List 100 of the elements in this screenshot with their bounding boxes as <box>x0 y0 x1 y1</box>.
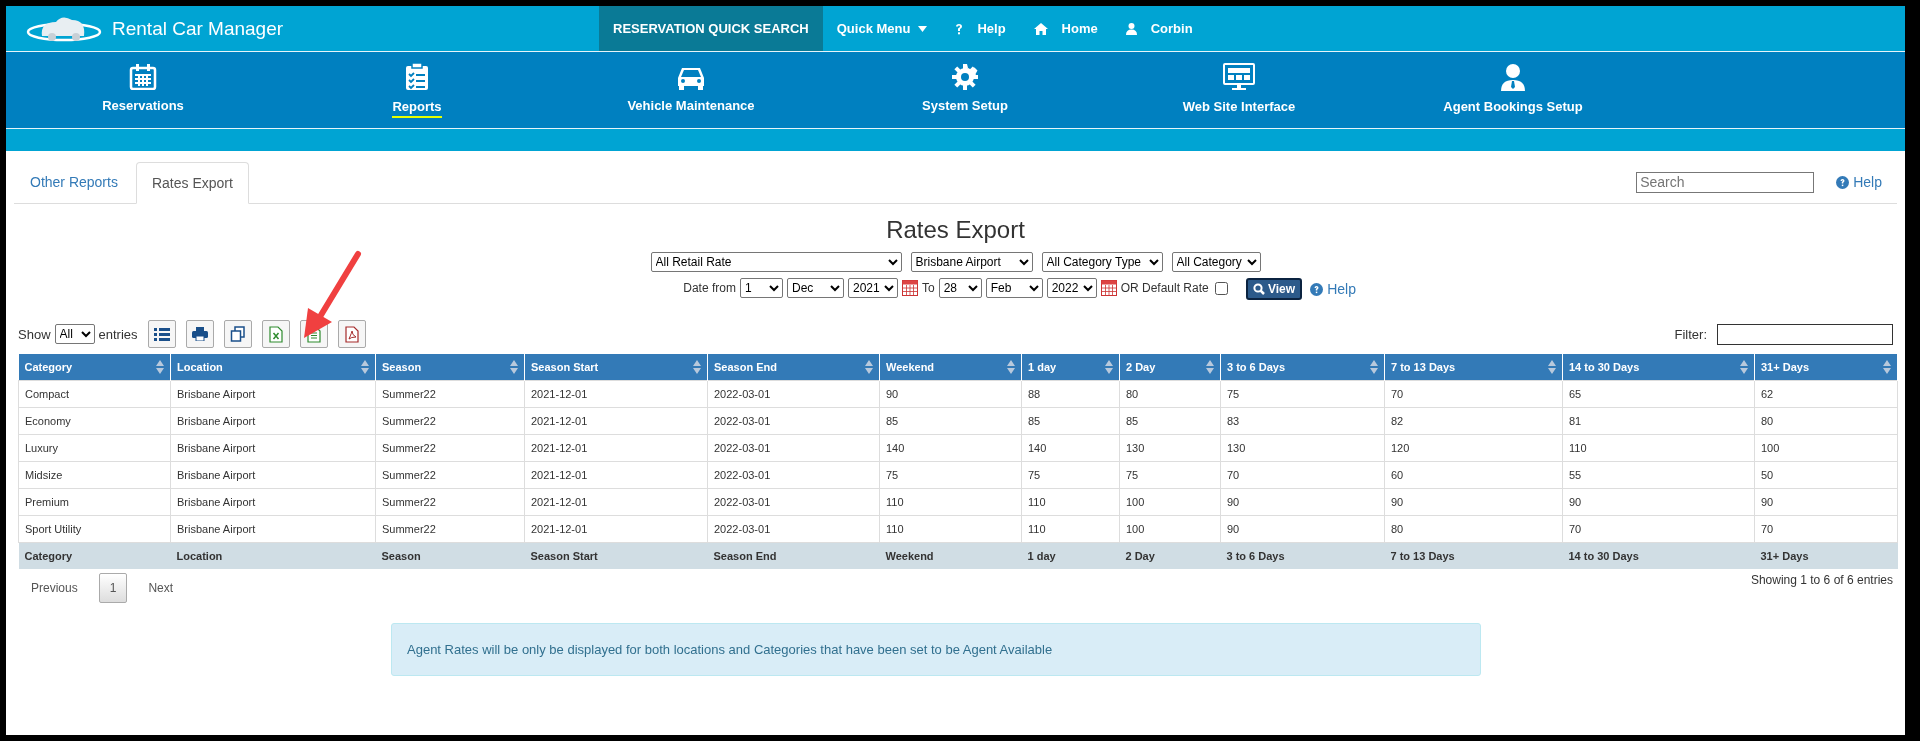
nav-item[interactable]: Vehicle Maintenance <box>554 63 828 117</box>
table-cell: 100 <box>1119 515 1221 543</box>
monitor-icon <box>1223 62 1255 91</box>
table-cell: 80 <box>1119 380 1221 408</box>
calendar-icon[interactable] <box>1100 280 1117 296</box>
filter-dropdown[interactable]: All Category <box>1171 252 1261 272</box>
calendar-icon[interactable] <box>901 280 918 296</box>
table-cell: Compact <box>18 380 171 408</box>
column-header[interactable]: 31+ Days <box>1754 354 1898 381</box>
sort-icon <box>1007 360 1015 374</box>
table-cell: 75 <box>1021 461 1120 489</box>
date-dropdown[interactable]: 28 <box>938 278 982 298</box>
list-button[interactable] <box>147 320 176 348</box>
column-header[interactable]: 3 to 6 Days <box>1220 354 1385 381</box>
table-cell: 2022-03-01 <box>707 380 880 408</box>
table-cell: 110 <box>1562 434 1755 462</box>
help-icon <box>1310 282 1324 296</box>
user-icon <box>1125 22 1137 35</box>
show-label: Show <box>18 326 51 342</box>
column-header[interactable]: Season Start <box>524 354 708 381</box>
excel-button[interactable] <box>261 320 290 348</box>
column-header[interactable]: Category <box>18 354 171 381</box>
column-header[interactable]: 14 to 30 Days <box>1562 354 1755 381</box>
caret-icon <box>918 25 928 32</box>
table-cell: 100 <box>1119 488 1221 516</box>
nav-item[interactable]: Reports <box>280 62 554 118</box>
quick-search-link[interactable]: RESERVATION QUICK SEARCH <box>599 6 823 51</box>
sort-icon <box>1105 360 1113 374</box>
table-cell: 2021-12-01 <box>524 461 708 489</box>
table-cell: 2022-03-01 <box>707 434 880 462</box>
nav-item[interactable]: Web Site Interface <box>1102 62 1376 118</box>
table-cell: Summer22 <box>375 488 525 516</box>
table-cell: 62 <box>1754 380 1898 408</box>
entries-label: entries <box>98 326 138 342</box>
quick-menu-dropdown[interactable]: Quick Menu <box>822 21 942 36</box>
column-header[interactable]: 7 to 13 Days <box>1384 354 1563 381</box>
table-cell: Summer22 <box>375 434 525 462</box>
date-dropdown[interactable]: Feb <box>985 278 1043 298</box>
table-cell: 83 <box>1220 407 1385 435</box>
table-cell: Premium <box>18 488 171 516</box>
sort-icon <box>1206 360 1214 374</box>
filter-dropdown[interactable]: All Category Type <box>1041 252 1163 272</box>
date-dropdown[interactable]: Dec <box>786 278 844 298</box>
table-cell: 110 <box>1021 488 1120 516</box>
checklist-icon <box>405 62 429 91</box>
table-cell: Midsize <box>18 461 171 489</box>
search-field[interactable]: Search <box>1636 171 1815 193</box>
help-link[interactable]: Help <box>1836 174 1882 190</box>
nav-item[interactable]: System Setup <box>828 63 1102 117</box>
copy-button[interactable] <box>223 320 252 348</box>
column-header[interactable]: 2 Day <box>1119 354 1221 381</box>
table-cell: 2022-03-01 <box>707 515 880 543</box>
top-menu-link[interactable]: Help <box>941 21 1020 36</box>
tab[interactable]: Rates Export <box>135 162 249 204</box>
default-rate-checkbox[interactable] <box>1214 281 1228 295</box>
table-cell: 100 <box>1754 434 1898 462</box>
date-dropdown[interactable]: 1 <box>739 278 783 298</box>
view-button[interactable]: View <box>1246 278 1303 300</box>
table-cell: Summer22 <box>375 515 525 543</box>
entries-dropdown[interactable]: All <box>54 324 95 344</box>
column-header[interactable]: 1 day <box>1021 354 1120 381</box>
table-cell: 110 <box>1021 515 1120 543</box>
print-icon <box>191 327 208 341</box>
tab[interactable]: Other Reports <box>14 161 134 203</box>
filter-dropdown[interactable]: All Retail Rate <box>650 252 902 272</box>
nav-item[interactable]: Agent Bookings Setup <box>1376 62 1650 118</box>
column-header[interactable]: Weekend <box>879 354 1022 381</box>
table-cell: Summer22 <box>375 461 525 489</box>
filter-dropdown[interactable]: Brisbane Airport <box>910 252 1033 272</box>
top-menu-link[interactable]: Home <box>1019 21 1112 36</box>
previous-button[interactable]: Previous <box>18 573 91 603</box>
list-icon <box>153 327 170 341</box>
column-header[interactable]: Season End <box>707 354 880 381</box>
sort-icon <box>865 360 873 374</box>
table-cell: 130 <box>1119 434 1221 462</box>
page-button[interactable]: 1 <box>98 573 128 603</box>
print-button[interactable] <box>185 320 214 348</box>
help-link[interactable]: Help <box>1310 281 1356 297</box>
table-cell: 70 <box>1754 515 1898 543</box>
column-header[interactable]: Location <box>170 354 376 381</box>
footer-cell: 7 to 13 Days <box>1384 542 1563 569</box>
table-cell: Summer22 <box>375 407 525 435</box>
footer-cell: 2 Day <box>1119 542 1221 569</box>
column-header[interactable]: Season <box>375 354 525 381</box>
footer-cell: 1 day <box>1021 542 1120 569</box>
sort-icon <box>1548 360 1556 374</box>
footer-cell: Weekend <box>879 542 1022 569</box>
next-button[interactable]: Next <box>135 573 187 603</box>
date-dropdown[interactable]: 2021 <box>847 278 898 298</box>
top-menu-link[interactable]: Corbin <box>1111 21 1207 36</box>
table-cell: Summer22 <box>375 380 525 408</box>
table-cell: 2022-03-01 <box>707 407 880 435</box>
table-cell: 2021-12-01 <box>524 488 708 516</box>
table-cell: 81 <box>1562 407 1755 435</box>
footer-cell: Season <box>375 542 525 569</box>
sort-icon <box>693 360 701 374</box>
pdf-button[interactable] <box>337 320 366 348</box>
nav-item[interactable]: Reservations <box>6 63 280 117</box>
filter-field[interactable] <box>1717 323 1893 345</box>
date-dropdown[interactable]: 2022 <box>1046 278 1097 298</box>
